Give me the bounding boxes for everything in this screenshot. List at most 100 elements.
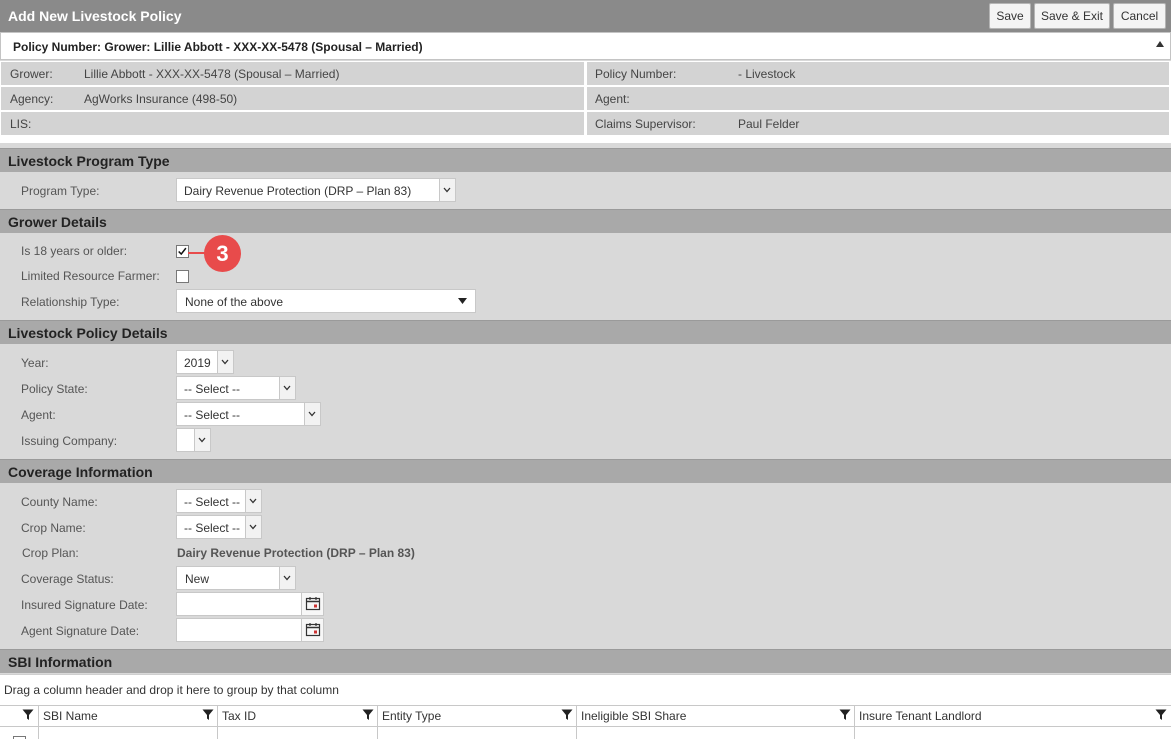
info-grower: Grower: Lillie Abbott - XXX-XX-5478 (Spo… <box>1 62 584 85</box>
agent-value: -- Select -- <box>184 408 241 422</box>
section-title: Grower Details <box>8 214 107 230</box>
filter-icon <box>202 709 214 720</box>
info-agent: Agent: <box>587 87 1169 110</box>
filter-icon <box>1155 709 1167 720</box>
insured-signature-date-label: Insured Signature Date: <box>21 598 148 612</box>
issuing-company-label: Issuing Company: <box>21 434 118 448</box>
chevron-down-icon[interactable] <box>304 403 320 425</box>
section-livestock-policy-details: Livestock Policy Details <box>0 320 1171 344</box>
limited-resource-label: Limited Resource Farmer: <box>21 269 160 283</box>
policy-state-select[interactable]: -- Select -- <box>176 376 296 400</box>
claims-supervisor-label: Claims Supervisor: <box>595 117 696 131</box>
info-agency: Agency: AgWorks Insurance (498-50) <box>1 87 584 110</box>
caret-up-icon[interactable] <box>1156 41 1164 47</box>
chevron-down-icon[interactable] <box>279 377 295 399</box>
agent-signature-date-label: Agent Signature Date: <box>21 624 140 638</box>
age-label: Is 18 years or older: <box>21 244 128 258</box>
grower-label: Grower: <box>10 67 53 81</box>
relationship-type-label: Relationship Type: <box>21 295 120 309</box>
section-sbi-information: SBI Information <box>0 649 1171 673</box>
year-label: Year: <box>21 356 49 370</box>
year-select[interactable]: 2019 <box>176 350 234 374</box>
chevron-down-icon[interactable] <box>194 429 210 451</box>
limited-resource-checkbox[interactable] <box>176 270 189 283</box>
dialog-title: Add New Livestock Policy <box>8 8 182 24</box>
relationship-type-select[interactable]: None of the above <box>176 289 476 313</box>
issuing-company-select[interactable] <box>176 428 211 452</box>
policy-number-label: Policy Number: <box>595 67 677 81</box>
policy-state-label: Policy State: <box>21 382 88 396</box>
save-exit-button[interactable]: Save & Exit <box>1034 3 1110 29</box>
policy-summary-bar[interactable]: Policy Number: Grower: Lillie Abbott - X… <box>0 32 1171 60</box>
chevron-down-icon[interactable] <box>279 567 295 589</box>
table-row[interactable] <box>0 727 1171 739</box>
agent-label: Agent: <box>595 92 630 106</box>
group-by-drop-area[interactable]: Drag a column header and drop it here to… <box>0 674 1171 705</box>
policy-number-value: - Livestock <box>738 67 796 81</box>
insured-signature-date-input[interactable] <box>176 592 324 616</box>
dialog-titlebar: Add New Livestock Policy Save Save & Exi… <box>0 0 1171 32</box>
sbi-grid-header: SBI Name Tax ID Entity Type Ineligible S… <box>0 705 1171 727</box>
policy-info-grid: Grower: Lillie Abbott - XXX-XX-5478 (Spo… <box>0 61 1171 143</box>
chevron-down-icon[interactable] <box>217 351 233 373</box>
section-livestock-program-type: Livestock Program Type <box>0 148 1171 172</box>
grid-select-column[interactable] <box>0 706 38 727</box>
filter-icon <box>561 709 573 720</box>
column-header-tax-id[interactable]: Tax ID <box>217 706 377 727</box>
callout-connector <box>188 252 205 254</box>
agency-label: Agency: <box>10 92 54 106</box>
column-header-ineligible-sbi-share[interactable]: Ineligible SBI Share <box>576 706 854 727</box>
filter-icon <box>362 709 374 720</box>
info-policy-number: Policy Number: - Livestock <box>587 62 1169 85</box>
calendar-icon[interactable] <box>301 619 323 641</box>
column-header-sbi-name[interactable]: SBI Name <box>38 706 217 727</box>
chevron-down-icon[interactable] <box>439 179 455 201</box>
program-type-select[interactable]: Dairy Revenue Protection (DRP – Plan 83) <box>176 178 456 202</box>
section-title: SBI Information <box>8 654 113 670</box>
coverage-status-select[interactable]: New <box>176 566 296 590</box>
county-name-value: -- Select -- <box>184 495 241 509</box>
policy-state-value: -- Select -- <box>184 382 241 396</box>
section-title: Coverage Information <box>8 464 153 480</box>
step-callout-badge: 3 <box>204 235 241 272</box>
info-lis: LIS: <box>1 112 584 135</box>
lis-label: LIS: <box>10 117 32 131</box>
crop-name-value: -- Select -- <box>184 521 241 535</box>
crop-name-select[interactable]: -- Select -- <box>176 515 262 539</box>
checkmark-icon <box>178 247 187 256</box>
save-button[interactable]: Save <box>989 3 1031 29</box>
section-coverage-information: Coverage Information <box>0 459 1171 483</box>
info-claims-supervisor: Claims Supervisor: Paul Felder <box>587 112 1169 135</box>
grower-value: Lillie Abbott - XXX-XX-5478 (Spousal – M… <box>84 67 340 81</box>
caret-down-icon <box>458 298 467 304</box>
county-name-select[interactable]: -- Select -- <box>176 489 262 513</box>
column-title: Ineligible SBI Share <box>581 709 687 723</box>
county-name-label: County Name: <box>21 495 98 509</box>
group-by-hint: Drag a column header and drop it here to… <box>4 683 339 697</box>
relationship-type-value: None of the above <box>185 295 284 309</box>
chevron-down-icon[interactable] <box>245 490 261 512</box>
section-title: Livestock Policy Details <box>8 325 168 341</box>
agent-signature-date-input[interactable] <box>176 618 324 642</box>
chevron-down-icon[interactable] <box>245 516 261 538</box>
coverage-status-value: New <box>185 572 210 586</box>
agent-label: Agent: <box>21 408 56 422</box>
section-title: Livestock Program Type <box>8 153 170 169</box>
claims-supervisor-value: Paul Felder <box>738 117 800 131</box>
agent-select[interactable]: -- Select -- <box>176 402 321 426</box>
year-value: 2019 <box>184 356 211 370</box>
column-header-insure-tenant-landlord[interactable]: Insure Tenant Landlord <box>854 706 1171 727</box>
column-header-entity-type[interactable]: Entity Type <box>377 706 576 727</box>
filter-icon <box>22 709 34 720</box>
calendar-icon[interactable] <box>301 593 323 615</box>
filter-icon <box>839 709 851 720</box>
policy-summary-title: Policy Number: Grower: Lillie Abbott - X… <box>13 40 423 54</box>
coverage-status-label: Coverage Status: <box>21 572 114 586</box>
column-title: Entity Type <box>382 709 442 723</box>
column-title: SBI Name <box>43 709 98 723</box>
column-title: Tax ID <box>222 709 257 723</box>
program-type-value: Dairy Revenue Protection (DRP – Plan 83) <box>184 184 412 198</box>
section-grower-details: Grower Details <box>0 209 1171 233</box>
crop-plan-label: Crop Plan: <box>22 546 79 560</box>
cancel-button[interactable]: Cancel <box>1113 3 1166 29</box>
